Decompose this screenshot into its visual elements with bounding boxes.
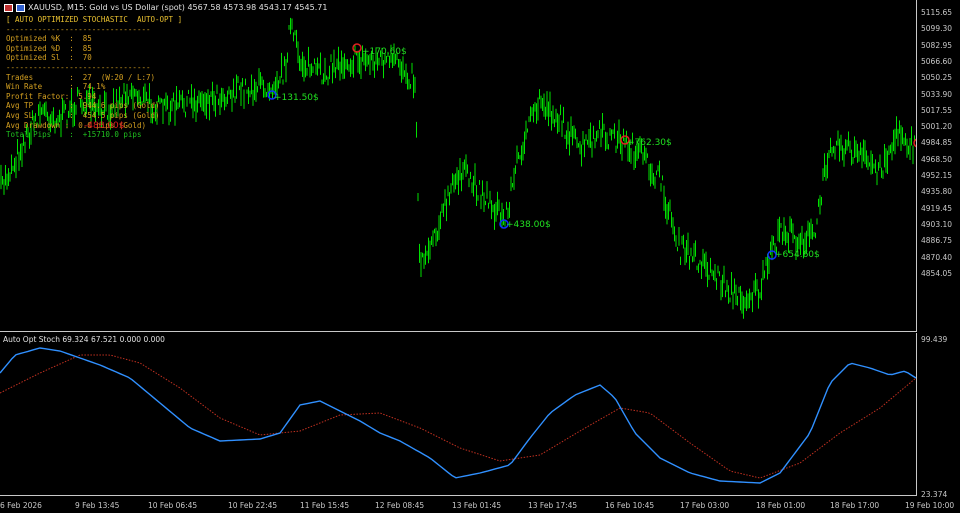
trade-label: +131.50$: [274, 93, 319, 103]
price-tick: 4952.15: [921, 171, 953, 180]
trade-label: -488.00$: [84, 121, 125, 131]
time-tick: 18 Feb 17:00: [830, 501, 880, 510]
indicator-min: 23.374: [921, 490, 948, 499]
separator: --------------------------------: [6, 62, 151, 72]
time-tick: 16 Feb 10:45: [605, 501, 655, 510]
price-tick: 4854.05: [921, 268, 953, 278]
price-tick: 4903.10: [921, 219, 953, 229]
trade-label: +762.30$: [627, 138, 672, 148]
price-tick: 5066.60: [921, 56, 953, 66]
stoch-main-line: [0, 347, 916, 484]
time-tick: 13 Feb 01:45: [452, 501, 502, 510]
stochastic-plot: [0, 347, 916, 484]
price-tick: 5033.90: [921, 89, 953, 99]
price-tick: 4870.40: [921, 252, 953, 262]
time-tick: 17 Feb 03:00: [680, 501, 730, 510]
param-sl: Optimized Sl : 70: [6, 53, 92, 63]
price-tick: 5017.55: [921, 105, 953, 115]
price-tick: 4984.85: [921, 138, 953, 148]
trade-label: +654.60$: [775, 250, 820, 260]
time-tick: 18 Feb 01:00: [756, 501, 806, 510]
separator: --------------------------------: [6, 24, 151, 34]
chart-title-bar: XAUUSD, M15: Gold vs US Dollar (spot) 45…: [4, 3, 327, 12]
indicator-label: Auto Opt Stoch 69.324 67.521 0.000 0.000: [3, 335, 165, 344]
time-tick: 9 Feb 13:45: [75, 501, 120, 510]
price-tick: 5082.95: [921, 40, 953, 50]
time-tick: 6 Feb 2026: [0, 501, 42, 510]
symbol-title: XAUUSD, M15: Gold vs US Dollar (spot) 45…: [28, 3, 328, 12]
price-tick: 4935.80: [921, 187, 953, 197]
price-tick: 4886.75: [921, 236, 953, 246]
time-tick: 11 Feb 15:45: [300, 501, 350, 510]
panel-heading: [ AUTO OPTIMIZED STOCHASTIC AUTO-OPT ]: [6, 15, 183, 24]
price-tick: 4919.45: [921, 203, 953, 213]
price-tick: 5115.65: [921, 8, 953, 17]
price-tick: 5001.20: [921, 122, 953, 132]
chart-type-icon[interactable]: [16, 3, 25, 12]
time-tick: 10 Feb 22:45: [228, 501, 278, 510]
indicator-max: 99.439: [921, 335, 948, 344]
trade-label: +438.00$: [506, 220, 551, 230]
price-tick: 4968.50: [921, 154, 953, 164]
price-tick: 5099.30: [921, 24, 953, 34]
sell-trade-marker: [352, 43, 362, 53]
indicator-pane[interactable]: [0, 333, 917, 496]
price-tick: 5050.25: [921, 73, 953, 83]
trade-label: +170.60$: [362, 47, 407, 57]
param-d: Optimized %D : 85: [6, 43, 92, 53]
param-k: Optimized %K : 85: [6, 34, 92, 44]
time-tick: 10 Feb 06:45: [148, 501, 198, 510]
time-tick: 19 Feb 10:00: [905, 501, 955, 510]
stat-trades: Trades : 27 (W:20 / L:7): [6, 72, 156, 82]
sell-trade-marker: [913, 138, 916, 148]
stoch-signal-line: [0, 354, 916, 479]
chart-menu-icon[interactable]: [4, 3, 13, 12]
stat-winrate: Win Rate : 74.1%: [6, 82, 106, 92]
stat-total-pips: Total Pips : +15710.0 pips: [6, 130, 142, 140]
stat-profit-factor: Profit Factor: 5.94: [6, 91, 97, 101]
stat-avg-tp: Avg TP : 944.6 pips (Gold): [6, 101, 160, 111]
time-tick: 13 Feb 17:45: [528, 501, 578, 510]
stat-avg-sl: Avg SL : 454.5 pips (Gold): [6, 110, 160, 120]
time-tick: 12 Feb 08:45: [375, 501, 425, 510]
